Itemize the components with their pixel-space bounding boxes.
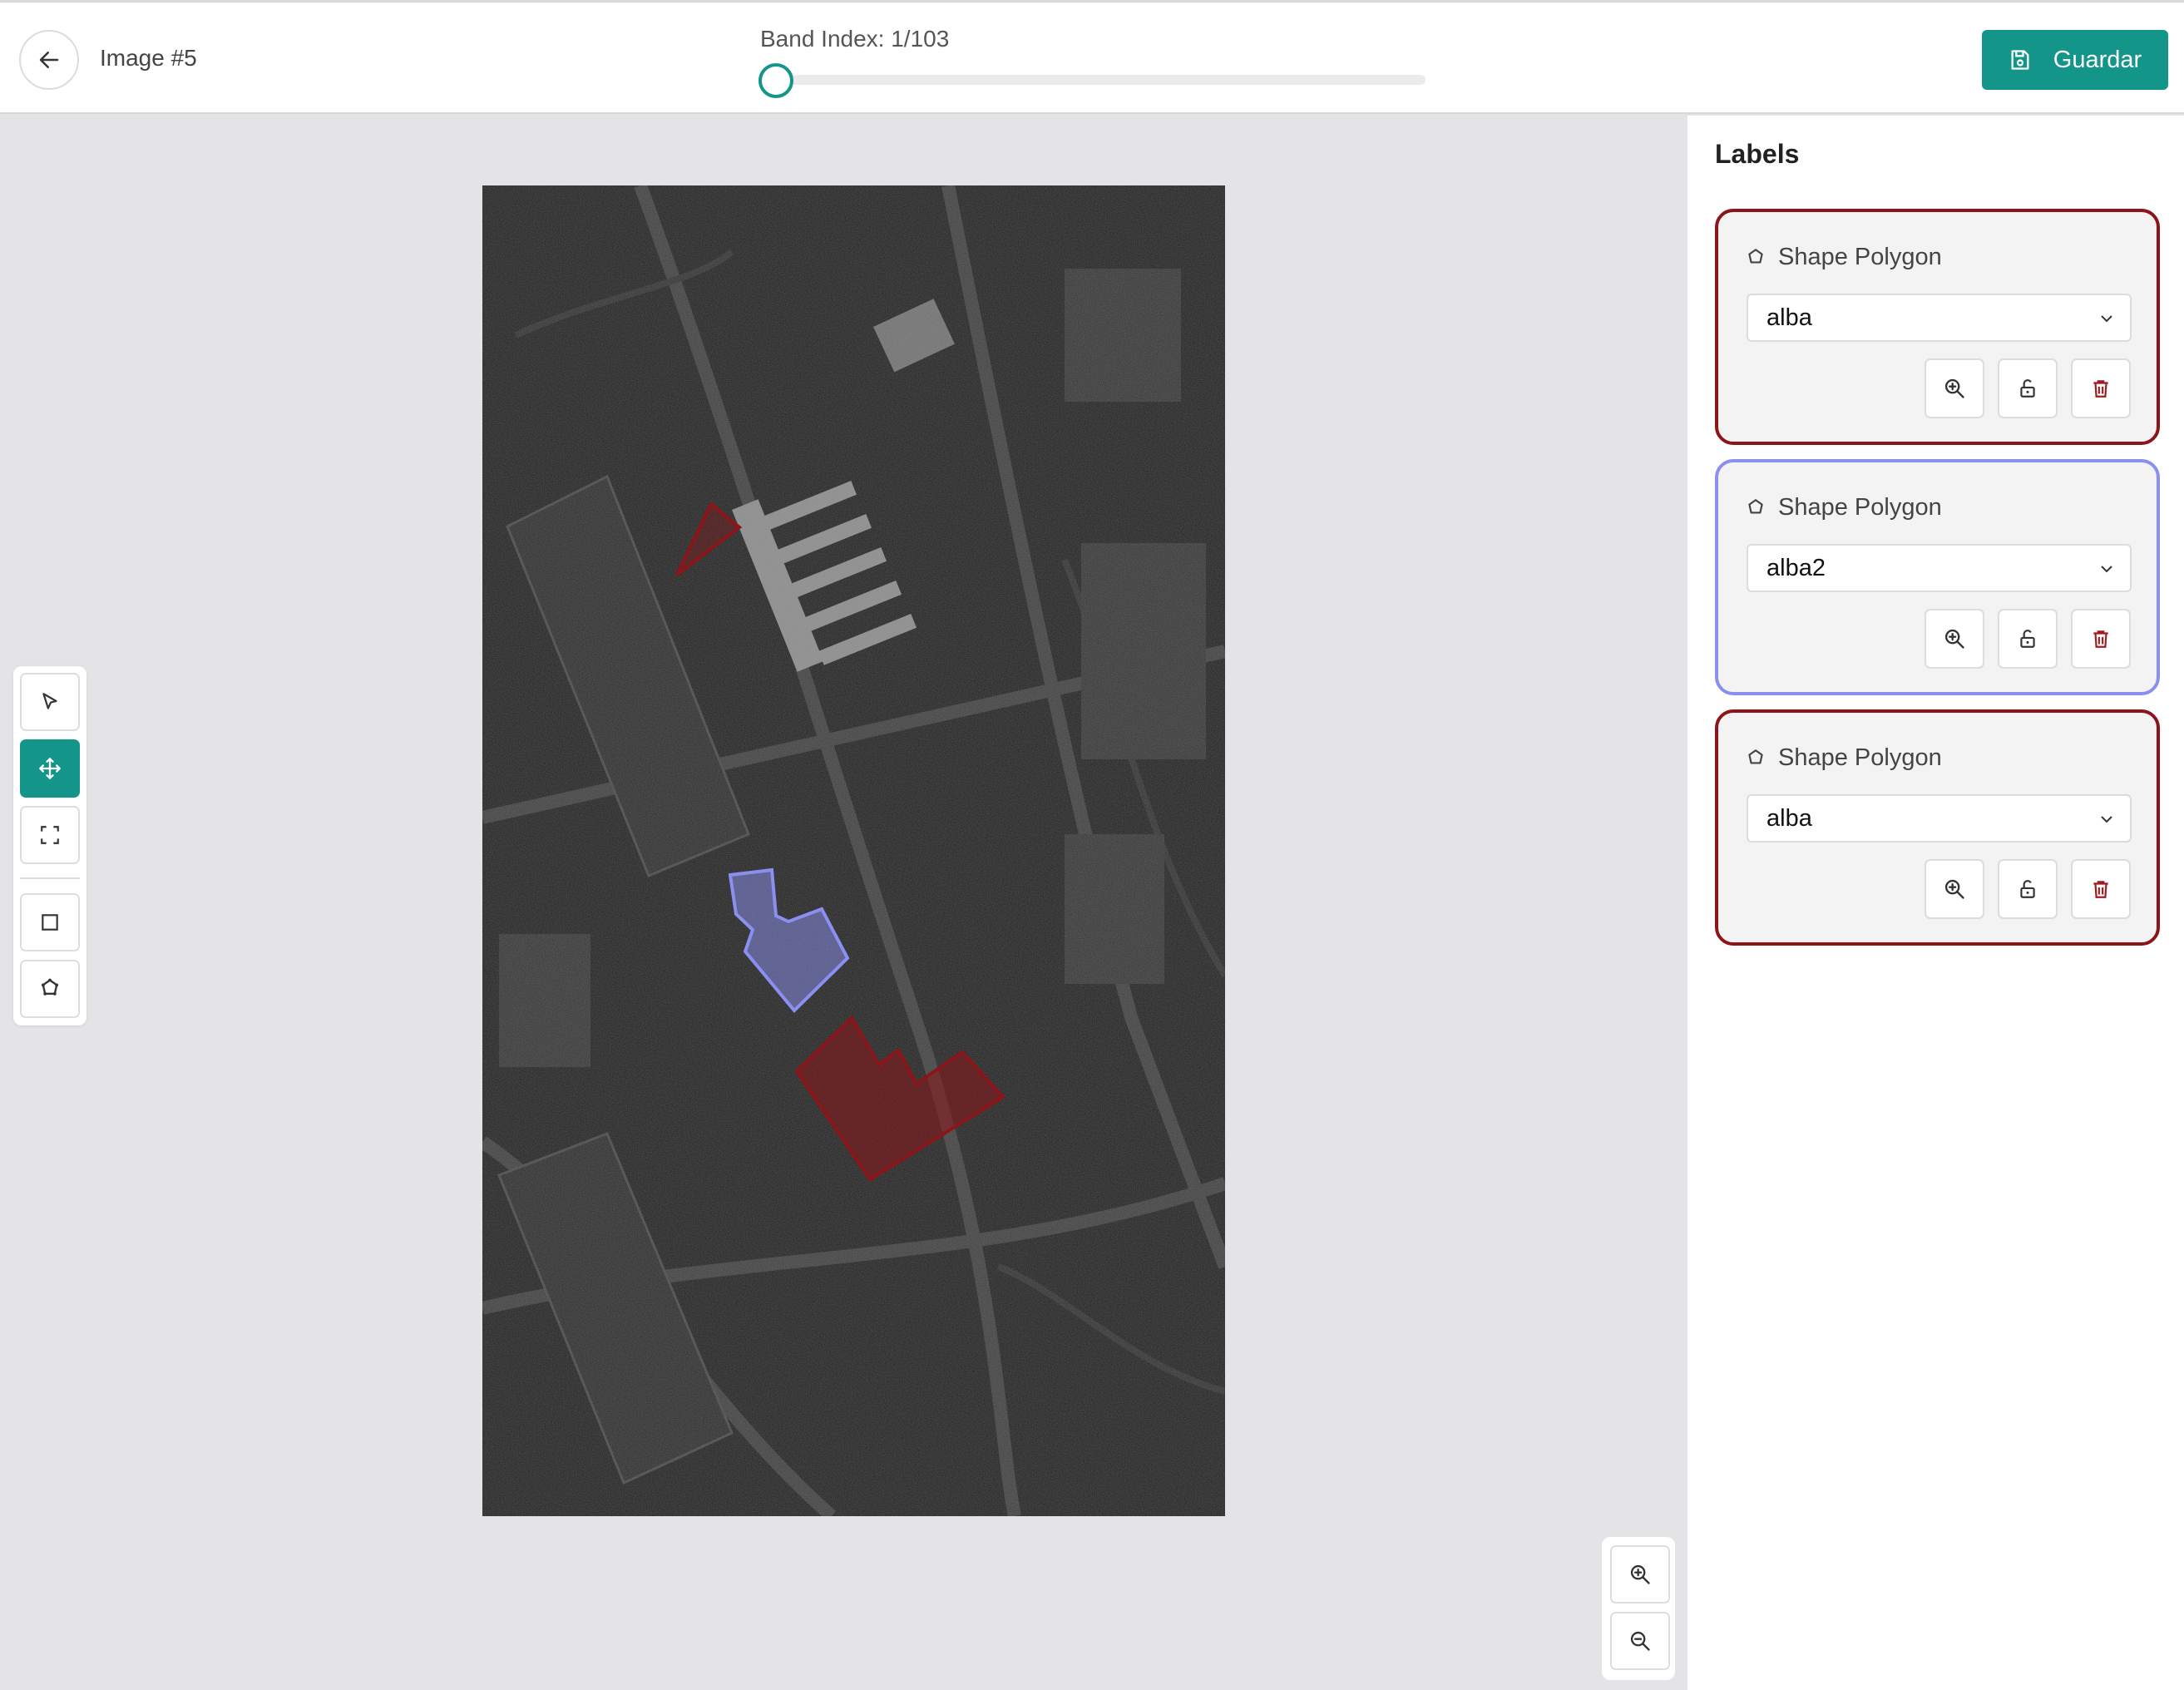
zoom-out-icon	[1630, 1631, 1650, 1651]
label-card-header: Shape Polygon	[1745, 494, 1942, 521]
lock-label-button[interactable]	[1998, 859, 2058, 919]
band-slider-thumb[interactable]	[758, 63, 793, 98]
satellite-image[interactable]	[482, 185, 1225, 1516]
pointer-icon	[42, 693, 57, 709]
delete-label-button[interactable]	[2071, 859, 2131, 919]
polygon-tool-button[interactable]	[20, 960, 80, 1018]
zoom-to-label-button[interactable]	[1925, 859, 1984, 919]
zoom-in-button[interactable]	[1610, 1545, 1670, 1604]
label-card[interactable]: Shape Polygon alba	[1715, 709, 2160, 946]
rectangle-icon	[42, 914, 58, 931]
labels-panel-title: Labels	[1715, 139, 1800, 169]
label-class-select[interactable]: alba	[1747, 794, 2132, 843]
top-bar: Image #5 Band Index: 1/103 Guardar	[0, 0, 2184, 114]
save-button[interactable]: Guardar	[1982, 30, 2168, 90]
label-card-kind: Shape Polygon	[1778, 244, 1942, 270]
polygon-icon	[1748, 749, 1763, 763]
label-class-value: alba2	[1766, 554, 1826, 581]
chevron-down-icon	[2101, 566, 2112, 573]
label-class-select[interactable]: alba	[1747, 294, 2132, 342]
unlock-icon	[2020, 880, 2035, 898]
lock-label-button[interactable]	[1998, 609, 2058, 669]
zoom-controls	[1602, 1537, 1675, 1680]
back-button[interactable]	[19, 30, 79, 90]
band-index-label: Band Index: 1/103	[760, 26, 950, 52]
polygon-icon	[41, 978, 59, 996]
label-class-select[interactable]: alba2	[1747, 544, 2132, 592]
delete-label-button[interactable]	[2071, 609, 2131, 669]
label-card-kind: Shape Polygon	[1778, 494, 1942, 521]
zoom-out-button[interactable]	[1610, 1612, 1670, 1670]
delete-label-button[interactable]	[2071, 358, 2131, 418]
zoom-in-icon	[1944, 378, 1964, 398]
drawing-toolbar	[13, 666, 86, 1025]
label-class-value: alba	[1766, 804, 1812, 832]
label-card-selected[interactable]: Shape Polygon alba2	[1715, 459, 2160, 695]
label-card[interactable]: Shape Polygon alba	[1715, 209, 2160, 445]
zoom-to-label-button[interactable]	[1925, 358, 1984, 418]
label-card-header: Shape Polygon	[1745, 244, 1942, 271]
chevron-down-icon	[2101, 315, 2112, 323]
floppy-disk-icon	[2011, 50, 2029, 70]
save-button-label: Guardar	[2053, 46, 2142, 73]
label-card-header: Shape Polygon	[1745, 744, 1942, 772]
polygon-icon	[1748, 498, 1763, 513]
zoom-to-label-button[interactable]	[1925, 609, 1984, 669]
select-tool-button[interactable]	[20, 673, 80, 731]
move-icon	[39, 758, 61, 779]
trash-icon	[2093, 630, 2108, 648]
band-slider-track[interactable]	[775, 75, 1426, 85]
move-tool-button[interactable]	[20, 739, 80, 798]
lock-label-button[interactable]	[1998, 358, 2058, 418]
rectangle-tool-button[interactable]	[20, 893, 80, 951]
zoom-in-icon	[1944, 629, 1964, 649]
fit-screen-button[interactable]	[20, 806, 80, 864]
trash-icon	[2093, 881, 2108, 898]
unlock-icon	[2020, 379, 2035, 398]
polygon-icon	[1748, 248, 1763, 263]
arrow-left-icon	[39, 52, 59, 68]
trash-icon	[2093, 380, 2108, 398]
zoom-in-icon	[1944, 879, 1964, 899]
label-class-value: alba	[1766, 304, 1812, 331]
toolbar-divider	[20, 877, 80, 879]
unlock-icon	[2020, 630, 2035, 648]
labels-panel: Labels Shape Polygon alba Shape Polygon …	[1687, 116, 2184, 1690]
fit-screen-icon	[41, 826, 59, 844]
page-title: Image #5	[100, 45, 197, 71]
chevron-down-icon	[2101, 816, 2112, 823]
label-card-kind: Shape Polygon	[1778, 744, 1942, 771]
image-canvas[interactable]	[0, 116, 1687, 1690]
zoom-in-icon	[1630, 1564, 1650, 1584]
